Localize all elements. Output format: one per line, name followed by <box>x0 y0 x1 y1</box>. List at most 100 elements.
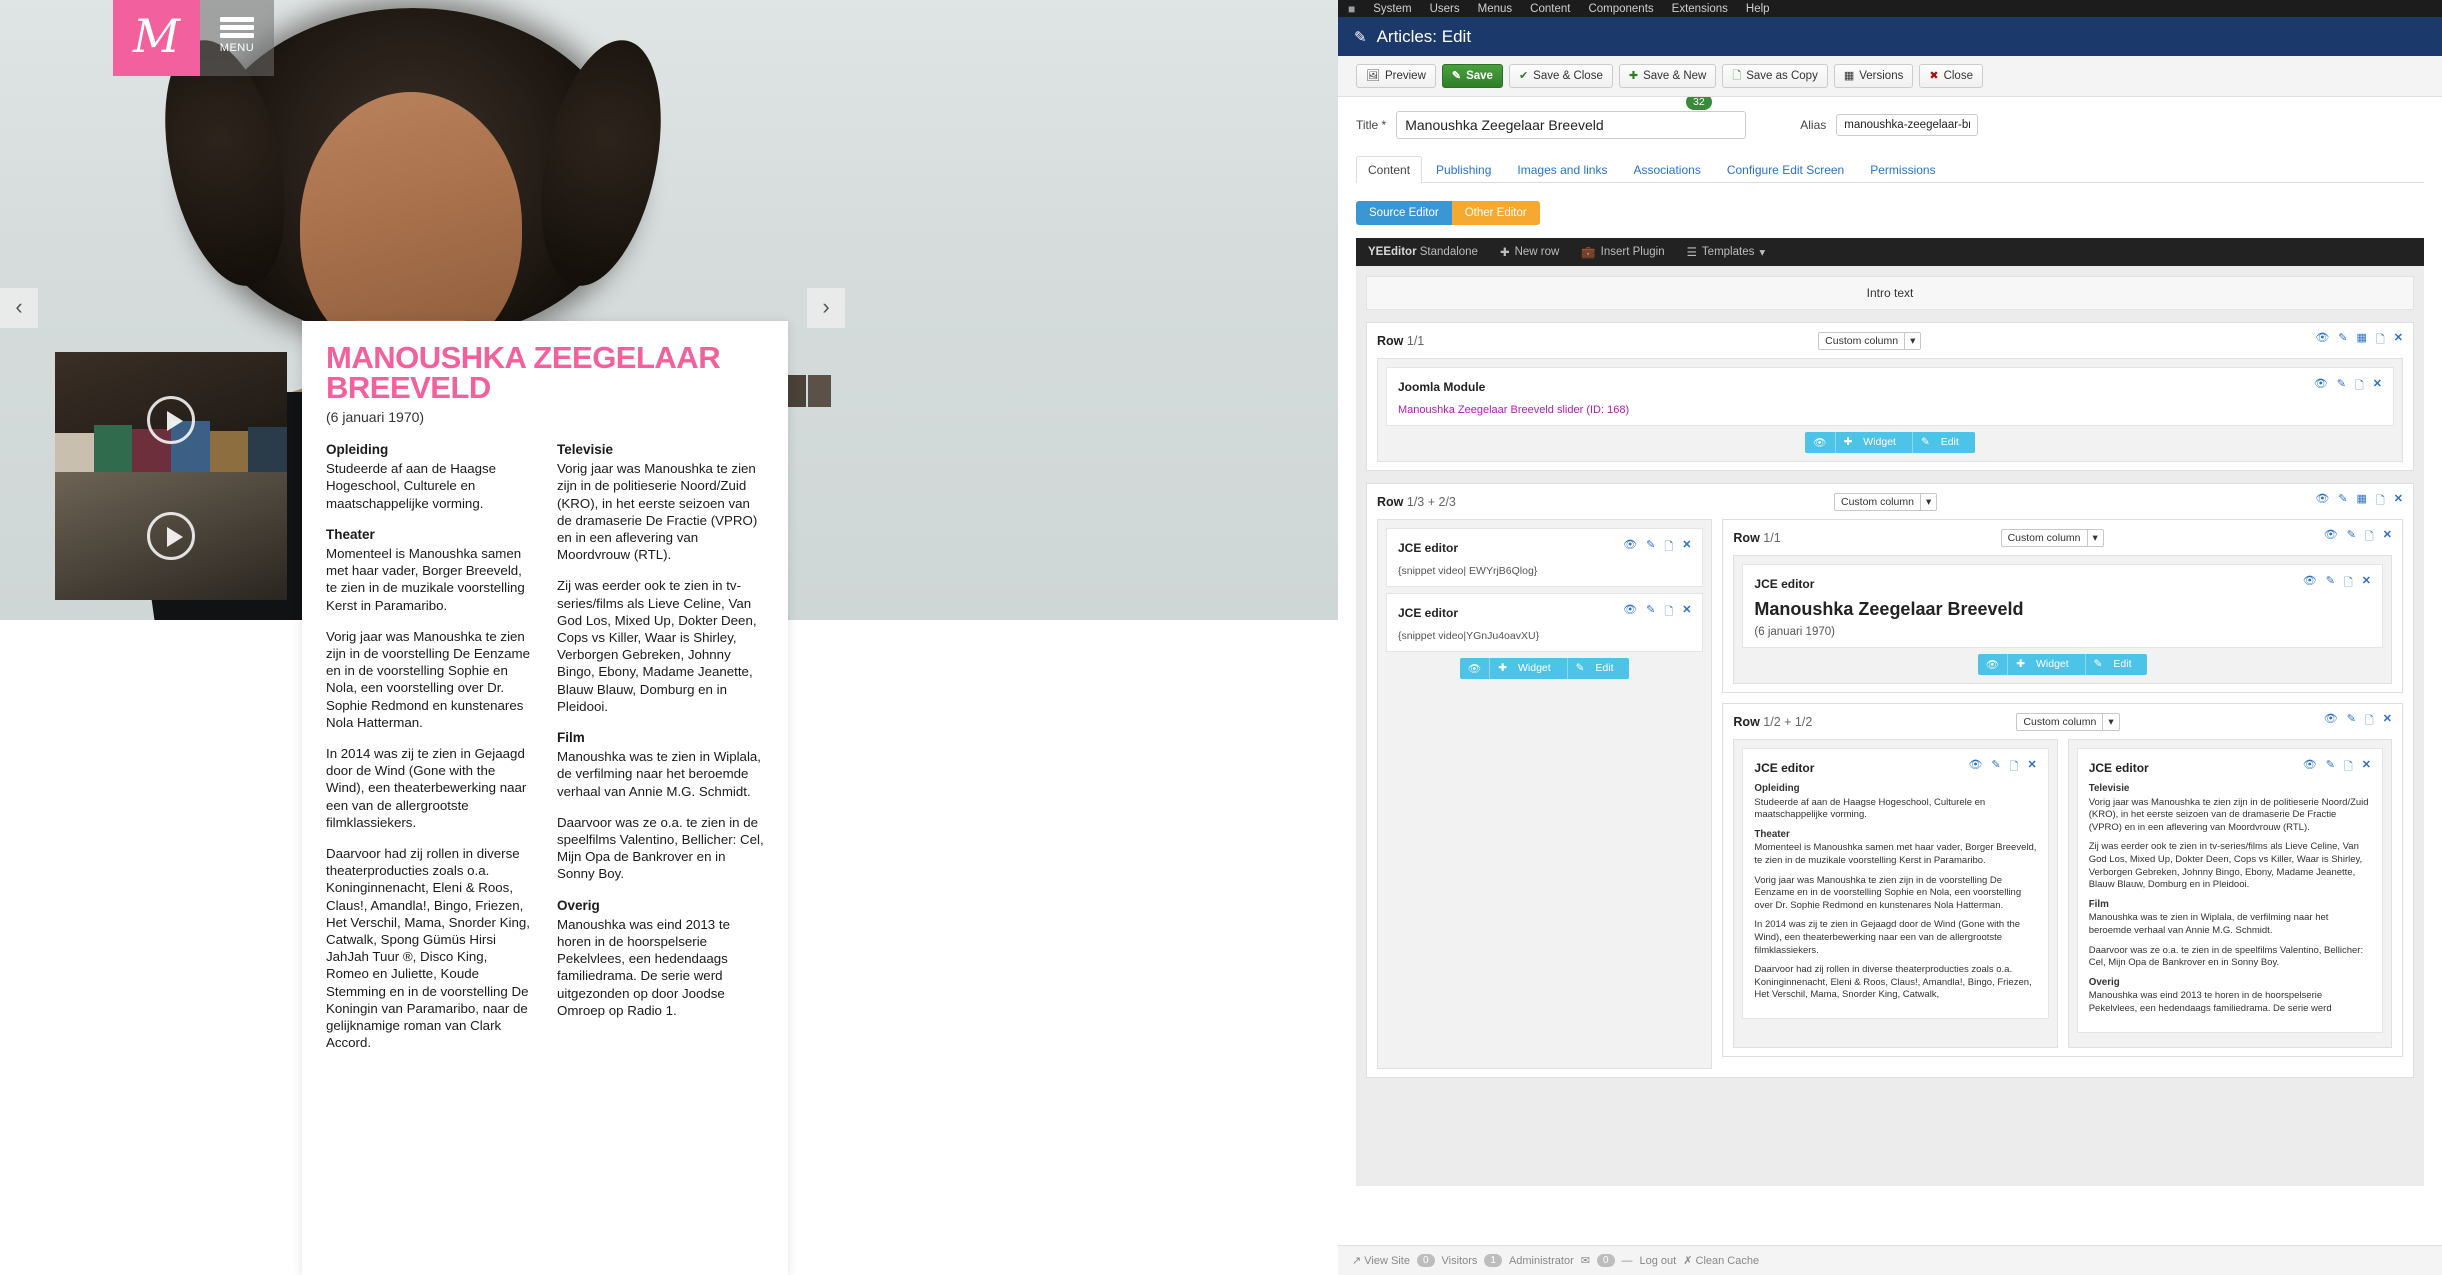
pencil-square-icon: ✎ <box>1451 70 1462 82</box>
add-widget-button[interactable]: ✚ Widget <box>1834 432 1912 453</box>
close-icon[interactable]: ✕ <box>2394 492 2403 511</box>
edit-button[interactable]: ✎ Edit <box>1566 658 1630 679</box>
copy-icon[interactable]: 🗋 <box>2365 712 2374 731</box>
play-icon-2[interactable] <box>147 512 195 560</box>
copy-icon[interactable]: 🗋 <box>2355 377 2364 396</box>
close-icon[interactable]: ✕ <box>2027 758 2036 777</box>
eye-icon[interactable]: 👁 <box>1460 658 1489 679</box>
save-as-copy-button[interactable]: 🗋 Save as Copy <box>1722 64 1828 88</box>
clean-cache-link[interactable]: ✗ Clean Cache <box>1683 1254 1759 1267</box>
close-icon[interactable]: ✕ <box>2362 758 2371 777</box>
edit-button[interactable]: ✎ Edit <box>1911 432 1975 453</box>
row-2-actions: 👁 ✎ ▦ 🗋 ✕ <box>2315 492 2403 511</box>
menu-item-components[interactable]: Components <box>1588 3 1653 15</box>
module-link[interactable]: Manoushka Zeegelaar Breeveld slider (ID:… <box>1398 404 1629 416</box>
edit-icon[interactable]: ✎ <box>2338 492 2347 511</box>
close-icon[interactable]: ✕ <box>2383 528 2392 547</box>
close-icon[interactable]: ✕ <box>2394 331 2403 350</box>
copy-icon[interactable]: 🗋 <box>2365 528 2374 547</box>
eye-icon[interactable]: 👁 <box>2324 528 2338 547</box>
eye-icon[interactable]: 👁 <box>1623 538 1637 557</box>
edit-icon[interactable]: ✎ <box>2347 712 2356 731</box>
envelope-icon[interactable]: ✉ <box>1581 1254 1590 1267</box>
edit-icon[interactable]: ✎ <box>2338 331 2347 350</box>
other-editor-button[interactable]: Other Editor <box>1451 201 1540 225</box>
eye-icon[interactable]: 👁 <box>2324 712 2338 731</box>
close-icon[interactable]: ✕ <box>2383 712 2392 731</box>
eye-icon[interactable]: 👁 <box>2314 377 2328 396</box>
versions-button[interactable]: ▦ Versions <box>1833 64 1914 88</box>
slider-prev-arrow[interactable]: ‹ <box>0 288 38 328</box>
menu-item-extensions[interactable]: Extensions <box>1672 3 1728 15</box>
eye-icon[interactable]: 👁 <box>1623 603 1637 622</box>
edit-icon[interactable]: ✎ <box>1991 758 2000 777</box>
eye-icon[interactable]: 👁 <box>2315 331 2329 350</box>
menu-button[interactable]: MENU <box>200 0 274 76</box>
nested-row-1-column-select[interactable]: Custom column ▾ <box>2000 528 2104 547</box>
row-2-column-select[interactable]: Custom column ▾ <box>1833 492 1938 511</box>
tab-permissions[interactable]: Permissions <box>1858 156 1947 183</box>
tab-associations[interactable]: Associations <box>1621 156 1712 183</box>
insert-plugin-button[interactable]: 💼 Insert Plugin <box>1581 245 1664 259</box>
menu-item-users[interactable]: Users <box>1430 3 1460 15</box>
edit-icon[interactable]: ✎ <box>2337 377 2346 396</box>
save-button[interactable]: ✎ Save <box>1441 64 1503 88</box>
eye-icon[interactable]: 👁 <box>2303 758 2317 777</box>
tab-publishing[interactable]: Publishing <box>1424 156 1503 183</box>
menu-item-menus[interactable]: Menus <box>1478 3 1513 15</box>
edit-button[interactable]: ✎ Edit <box>2084 654 2148 675</box>
copy-icon[interactable]: 🗋 <box>2344 574 2353 593</box>
copy-icon[interactable]: 🗋 <box>2344 758 2353 777</box>
copy-icon[interactable]: 🗋 <box>1664 603 1673 622</box>
nested-row-2-column-select[interactable]: Custom column ▾ <box>2016 712 2120 731</box>
eye-icon[interactable]: 👁 <box>1978 654 2007 675</box>
close-icon[interactable]: ✕ <box>2362 574 2371 593</box>
edit-icon[interactable]: ✎ <box>2326 758 2335 777</box>
eye-icon[interactable]: 👁 <box>2315 492 2329 511</box>
close-icon[interactable]: ✕ <box>1682 603 1691 622</box>
eye-icon[interactable]: 👁 <box>1968 758 1982 777</box>
templates-dropdown[interactable]: ☰ Templates ▾ <box>1687 245 1766 259</box>
site-logo[interactable]: M <box>113 0 200 76</box>
view-site-link[interactable]: ↗ View Site <box>1352 1254 1410 1267</box>
video-thumbnail-2[interactable] <box>55 472 287 600</box>
column-icon[interactable]: ▦ <box>2357 492 2367 511</box>
column-icon[interactable]: ▦ <box>2357 331 2367 350</box>
add-widget-button[interactable]: ✚ Widget <box>1489 658 1566 679</box>
joomla-logo-icon[interactable]: ■ <box>1348 2 1355 16</box>
preview-button[interactable]: 🖼 Preview <box>1356 64 1436 88</box>
copy-icon[interactable]: 🗋 <box>1664 538 1673 557</box>
play-icon-1[interactable] <box>147 395 195 444</box>
alias-input[interactable] <box>1836 114 1979 136</box>
save-new-button[interactable]: ✚ Save & New <box>1618 64 1717 88</box>
tab-configure-edit-screen[interactable]: Configure Edit Screen <box>1715 156 1856 183</box>
row-1-column-select[interactable]: Custom column ▾ <box>1818 331 1922 350</box>
copy-icon[interactable]: 🗋 <box>2376 492 2385 511</box>
edit-icon[interactable]: ✎ <box>2326 574 2335 593</box>
slider-thumbnails[interactable] <box>783 375 831 407</box>
eye-icon[interactable]: 👁 <box>1805 432 1834 453</box>
title-input[interactable] <box>1396 111 1747 139</box>
edit-icon[interactable]: ✎ <box>1646 538 1655 557</box>
copy-icon[interactable]: 🗋 <box>2376 331 2385 350</box>
menu-item-help[interactable]: Help <box>1746 3 1770 15</box>
eye-icon[interactable]: 👁 <box>2303 574 2317 593</box>
close-icon[interactable]: ✕ <box>2373 377 2382 396</box>
close-icon[interactable]: ✕ <box>1682 538 1691 557</box>
slider-next-arrow[interactable]: › <box>807 288 845 328</box>
edit-icon[interactable]: ✎ <box>2347 528 2356 547</box>
save-close-button[interactable]: ✔ Save & Close <box>1508 64 1613 88</box>
tab-content[interactable]: Content <box>1356 156 1423 183</box>
thumbnail-2[interactable] <box>808 375 831 407</box>
video-thumbnail-1[interactable] <box>55 352 287 487</box>
edit-icon[interactable]: ✎ <box>1646 603 1655 622</box>
source-editor-button[interactable]: Source Editor <box>1356 201 1452 225</box>
add-widget-button[interactable]: ✚ Widget <box>2007 654 2084 675</box>
menu-item-system[interactable]: System <box>1373 3 1411 15</box>
new-row-button[interactable]: ✚ New row <box>1500 245 1559 259</box>
close-button[interactable]: ✖ Close <box>1919 64 1983 88</box>
tab-images-and-links[interactable]: Images and links <box>1505 156 1619 183</box>
menu-item-content[interactable]: Content <box>1530 3 1570 15</box>
log-out-link[interactable]: Log out <box>1640 1255 1677 1267</box>
copy-icon[interactable]: 🗋 <box>2010 758 2019 777</box>
